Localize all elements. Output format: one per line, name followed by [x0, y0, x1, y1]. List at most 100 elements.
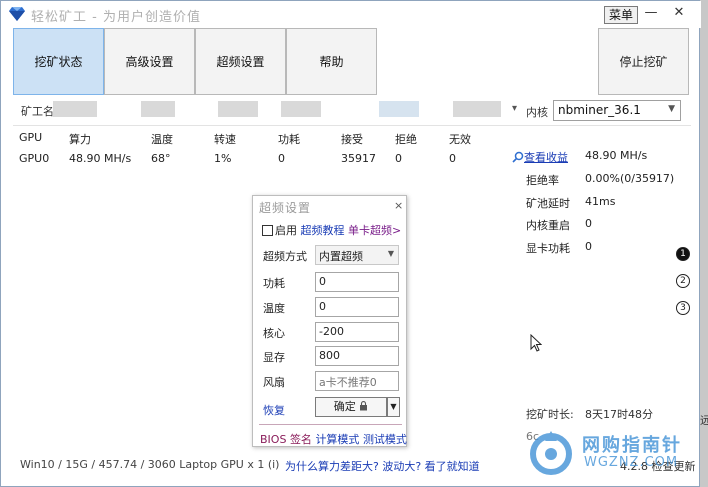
watermark-subtitle: WGZNZ.COM	[584, 455, 679, 470]
single-card-overclock-link[interactable]: 单卡超频>	[348, 224, 401, 237]
gpu-power-label: 显卡功耗	[526, 242, 570, 255]
pool-latency-value: 41ms	[585, 195, 616, 208]
redacted-block	[281, 101, 321, 117]
worker-name-field[interactable]: 矿工名 ▾	[13, 99, 521, 121]
column-header: 算力	[69, 133, 91, 146]
redacted-block	[379, 101, 419, 117]
overclock-footer: BIOS 签名 计算模式 测试模式	[260, 431, 407, 447]
reject-rate-value: 0.00%(0/35917)	[585, 172, 675, 185]
view-earnings-text[interactable]: 查看收益	[524, 151, 568, 164]
enable-row: 启用 超频教程 单卡超频>	[262, 222, 401, 238]
marker-3-icon: 3	[676, 301, 690, 315]
enable-label: 启用	[275, 224, 297, 237]
watermark: 网购指南针 WGZNZ.COM	[520, 425, 700, 480]
mode-select[interactable]: 内置超频 ▼	[315, 245, 399, 265]
power-input[interactable]: 0	[315, 272, 399, 292]
reject-rate-label: 拒绝率	[526, 174, 559, 187]
compass-logo-icon	[530, 431, 572, 475]
temp-label: 温度	[263, 302, 285, 315]
fan-label: 风扇	[263, 376, 285, 389]
watermark-title: 网购指南针	[582, 435, 682, 456]
sign-link[interactable]: 签名	[290, 433, 312, 446]
mode-value: 内置超频	[319, 250, 363, 263]
compute-mode-link[interactable]: 计算模式	[315, 433, 359, 446]
title-bar: 轻松矿工 - 为用户创造价值 菜单 — ✕	[1, 1, 701, 28]
tab-overclock-settings[interactable]: 超频设置	[195, 28, 286, 95]
fan-input[interactable]: a卡不推荐0	[315, 371, 399, 391]
overclock-dialog: 超频设置 × 启用 超频教程 单卡超频> 超频方式 内置超频 ▼ 功耗 0 温度…	[252, 195, 407, 447]
kernel-label: 内核	[526, 106, 548, 119]
temp-input[interactable]: 0	[315, 297, 399, 317]
overclock-tutorial-link[interactable]: 超频教程	[301, 224, 345, 237]
redacted-block	[218, 101, 258, 117]
table-cell: GPU0	[19, 152, 50, 165]
hashrate-help-link[interactable]: 为什么算力差距大? 波动大? 看了就知道	[285, 458, 480, 474]
window-title: 轻松矿工 - 为用户创造价值	[31, 10, 201, 25]
column-header: 转速	[214, 133, 236, 146]
kernel-select[interactable]: nbminer_36.1 ▼	[553, 100, 681, 121]
core-input[interactable]: -200	[315, 322, 399, 342]
redacted-block	[53, 101, 97, 117]
view-earnings-link[interactable]: 查看收益	[512, 149, 568, 165]
tab-mining-status[interactable]: 挖矿状态	[13, 28, 104, 95]
divider	[13, 125, 691, 126]
table-cell: 35917	[341, 152, 376, 165]
hashrate-value: 48.90 MH/s	[585, 149, 648, 162]
column-header: 拒绝	[395, 133, 417, 146]
edge-text: 远	[700, 414, 708, 427]
table-cell: 0	[278, 152, 285, 165]
app-window: 轻松矿工 - 为用户创造价值 菜单 — ✕ 挖矿状态 高级设置 超频设置 帮助 …	[0, 0, 701, 487]
chevron-down-icon: ▼	[668, 104, 675, 114]
tab-advanced-settings[interactable]: 高级设置	[104, 28, 195, 95]
bios-link[interactable]: BIOS	[260, 433, 286, 446]
table-cell: 0	[449, 152, 456, 165]
mode-label: 超频方式	[263, 250, 307, 263]
memory-label: 显存	[263, 351, 285, 364]
confirm-dropdown-button[interactable]: ▼	[387, 397, 400, 417]
menu-button[interactable]: 菜单	[604, 6, 639, 24]
mining-time-label: 挖矿时长:	[526, 408, 574, 421]
marker-1-icon: 1	[676, 247, 690, 261]
close-icon[interactable]: ×	[394, 199, 403, 212]
system-info: Win10 / 15G / 457.74 / 3060 Laptop GPU x…	[20, 458, 280, 471]
memory-input[interactable]: 800	[315, 346, 399, 366]
close-icon[interactable]: ✕	[669, 5, 689, 20]
enable-checkbox[interactable]	[262, 225, 273, 236]
confirm-label: 确定	[333, 400, 356, 413]
diamond-logo-icon	[9, 7, 25, 21]
kernel-restart-value: 0	[585, 217, 592, 230]
confirm-button[interactable]: 确定	[315, 397, 387, 417]
table-cell: 48.90 MH/s	[69, 152, 132, 165]
column-header: 功耗	[278, 133, 300, 146]
overclock-dialog-title: 超频设置	[259, 201, 312, 215]
worker-name-label: 矿工名	[21, 105, 54, 118]
kernel-restart-label: 内核重启	[526, 219, 570, 232]
test-mode-link[interactable]: 测试模式	[363, 433, 407, 446]
core-label: 核心	[263, 327, 285, 340]
stop-mining-button[interactable]: 停止挖矿	[598, 28, 689, 95]
table-cell: 0	[395, 152, 402, 165]
lock-icon	[360, 401, 368, 411]
gpu-power-value: 0	[585, 240, 592, 253]
restore-button[interactable]: 恢复	[263, 402, 285, 418]
power-label: 功耗	[263, 277, 285, 290]
minimize-icon[interactable]: —	[641, 5, 661, 20]
chevron-down-icon[interactable]: ▾	[512, 103, 517, 114]
table-cell: 1%	[214, 152, 232, 165]
redacted-block	[453, 101, 501, 117]
divider	[259, 424, 402, 425]
column-header: 无效	[449, 133, 471, 146]
tab-help[interactable]: 帮助	[286, 28, 377, 95]
search-icon	[512, 151, 524, 163]
column-header: GPU	[19, 131, 43, 144]
column-header: 接受	[341, 133, 363, 146]
chevron-down-icon: ▼	[387, 249, 394, 258]
marker-2-icon: 2	[676, 274, 690, 288]
table-cell: 68°	[151, 152, 171, 165]
column-header: 温度	[151, 133, 173, 146]
mining-time-value: 8天17时48分	[585, 408, 653, 421]
redacted-block	[141, 101, 175, 117]
mouse-cursor-icon	[530, 334, 542, 352]
pool-latency-label: 矿池延时	[526, 197, 570, 210]
kernel-value: nbminer_36.1	[558, 103, 641, 117]
